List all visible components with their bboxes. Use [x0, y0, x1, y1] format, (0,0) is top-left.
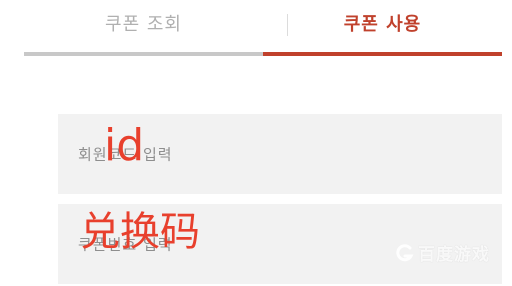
tab-bar: 쿠폰 조회 쿠폰 사용	[24, 0, 502, 56]
watermark-text: 百度游戏	[418, 245, 490, 265]
tab-coupon-lookup-label: 쿠폰 조회	[105, 14, 182, 35]
tab-divider	[287, 14, 288, 36]
annotation-id: id	[104, 120, 145, 171]
watermark: 百度游戏	[396, 240, 490, 265]
coupon-page: 쿠폰 조회 쿠폰 사용 회원코드 입력 쿠폰번호 입력 id 兑换码 百度游戏	[0, 0, 512, 286]
tab-coupon-lookup[interactable]: 쿠폰 조회	[24, 0, 263, 56]
tab-coupon-use[interactable]: 쿠폰 사용	[263, 0, 502, 56]
tab-coupon-use-label: 쿠폰 사용	[343, 14, 422, 35]
annotation-redeem-code: 兑换码	[80, 209, 200, 255]
baidu-logo-icon	[396, 243, 414, 261]
